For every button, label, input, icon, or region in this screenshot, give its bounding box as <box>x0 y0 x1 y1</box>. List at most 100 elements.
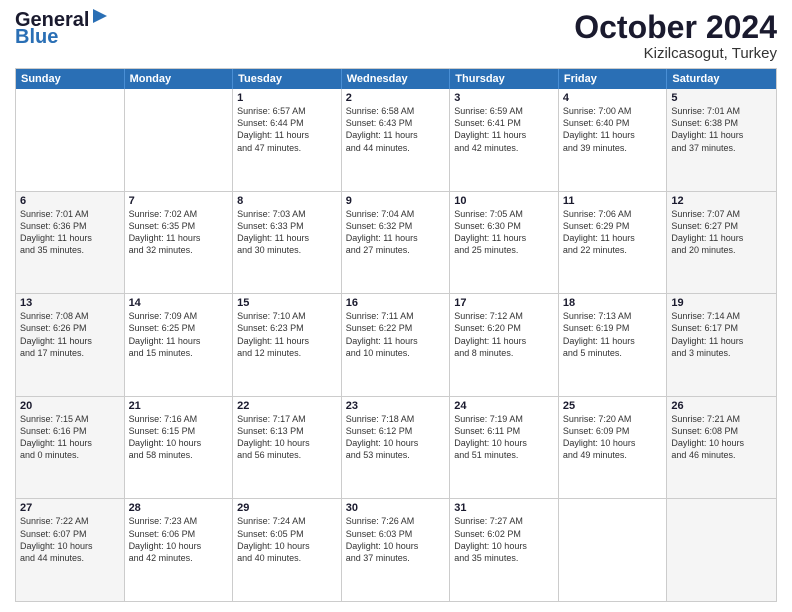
cell-info-line: Daylight: 10 hours <box>129 540 229 552</box>
cell-info-line: Sunrise: 7:18 AM <box>346 413 446 425</box>
cell-info-line: Sunrise: 7:27 AM <box>454 515 554 527</box>
cell-info-line: and 35 minutes. <box>20 244 120 256</box>
day-number: 13 <box>20 297 120 309</box>
day-number: 11 <box>563 195 663 207</box>
cell-info-line: Sunset: 6:43 PM <box>346 117 446 129</box>
calendar-cell-day-19: 19Sunrise: 7:14 AMSunset: 6:17 PMDayligh… <box>667 294 776 396</box>
cell-info-line: Sunrise: 6:57 AM <box>237 105 337 117</box>
day-number: 6 <box>20 195 120 207</box>
cell-info-line: Sunrise: 7:20 AM <box>563 413 663 425</box>
cell-info-line: Sunrise: 7:01 AM <box>20 208 120 220</box>
cell-info-line: Daylight: 11 hours <box>454 335 554 347</box>
calendar-cell-day-21: 21Sunrise: 7:16 AMSunset: 6:15 PMDayligh… <box>125 397 234 499</box>
cell-info-line: Sunset: 6:13 PM <box>237 425 337 437</box>
cell-info-line: Daylight: 11 hours <box>346 232 446 244</box>
cell-info-line: Sunset: 6:29 PM <box>563 220 663 232</box>
cell-info-line: and 20 minutes. <box>671 244 772 256</box>
calendar-cell-empty <box>667 499 776 601</box>
day-number: 5 <box>671 92 772 104</box>
day-number: 1 <box>237 92 337 104</box>
calendar-cell-day-22: 22Sunrise: 7:17 AMSunset: 6:13 PMDayligh… <box>233 397 342 499</box>
cell-info-line: Sunset: 6:32 PM <box>346 220 446 232</box>
weekday-header-monday: Monday <box>125 69 234 89</box>
cell-info-line: Sunset: 6:26 PM <box>20 322 120 334</box>
cell-info-line: and 17 minutes. <box>20 347 120 359</box>
calendar-cell-day-6: 6Sunrise: 7:01 AMSunset: 6:36 PMDaylight… <box>16 192 125 294</box>
weekday-header-saturday: Saturday <box>667 69 776 89</box>
logo: General Blue <box>15 10 109 49</box>
location: Kizilcasogut, Turkey <box>574 45 777 62</box>
cell-info-line: Sunrise: 7:03 AM <box>237 208 337 220</box>
cell-info-line: Daylight: 10 hours <box>237 437 337 449</box>
logo-blue-text: Blue <box>15 26 58 49</box>
weekday-header-friday: Friday <box>559 69 668 89</box>
month-title: October 2024 <box>574 10 777 45</box>
cell-info-line: and 0 minutes. <box>20 449 120 461</box>
cell-info-line: Daylight: 10 hours <box>20 540 120 552</box>
calendar-cell-day-25: 25Sunrise: 7:20 AMSunset: 6:09 PMDayligh… <box>559 397 668 499</box>
cell-info-line: Sunset: 6:07 PM <box>20 528 120 540</box>
day-number: 14 <box>129 297 229 309</box>
cell-info-line: Daylight: 10 hours <box>563 437 663 449</box>
day-number: 20 <box>20 400 120 412</box>
day-number: 30 <box>346 502 446 514</box>
calendar-cell-empty <box>16 89 125 191</box>
cell-info-line: Daylight: 11 hours <box>20 437 120 449</box>
cell-info-line: and 56 minutes. <box>237 449 337 461</box>
cell-info-line: Daylight: 11 hours <box>237 232 337 244</box>
calendar-cell-day-10: 10Sunrise: 7:05 AMSunset: 6:30 PMDayligh… <box>450 192 559 294</box>
cell-info-line: Sunset: 6:40 PM <box>563 117 663 129</box>
day-number: 28 <box>129 502 229 514</box>
calendar-cell-day-13: 13Sunrise: 7:08 AMSunset: 6:26 PMDayligh… <box>16 294 125 396</box>
calendar-cell-day-1: 1Sunrise: 6:57 AMSunset: 6:44 PMDaylight… <box>233 89 342 191</box>
cell-info-line: Sunrise: 7:21 AM <box>671 413 772 425</box>
cell-info-line: Daylight: 11 hours <box>671 129 772 141</box>
weekday-header-wednesday: Wednesday <box>342 69 451 89</box>
calendar-cell-day-4: 4Sunrise: 7:00 AMSunset: 6:40 PMDaylight… <box>559 89 668 191</box>
calendar-row-2: 6Sunrise: 7:01 AMSunset: 6:36 PMDaylight… <box>16 192 776 295</box>
cell-info-line: and 46 minutes. <box>671 449 772 461</box>
cell-info-line: Sunset: 6:09 PM <box>563 425 663 437</box>
calendar-row-4: 20Sunrise: 7:15 AMSunset: 6:16 PMDayligh… <box>16 397 776 500</box>
cell-info-line: and 25 minutes. <box>454 244 554 256</box>
day-number: 3 <box>454 92 554 104</box>
calendar-cell-day-15: 15Sunrise: 7:10 AMSunset: 6:23 PMDayligh… <box>233 294 342 396</box>
cell-info-line: Daylight: 10 hours <box>346 437 446 449</box>
cell-info-line: Daylight: 11 hours <box>563 129 663 141</box>
cell-info-line: and 49 minutes. <box>563 449 663 461</box>
cell-info-line: Sunrise: 7:10 AM <box>237 310 337 322</box>
cell-info-line: and 39 minutes. <box>563 142 663 154</box>
calendar-header: SundayMondayTuesdayWednesdayThursdayFrid… <box>16 69 776 89</box>
day-number: 19 <box>671 297 772 309</box>
calendar-cell-day-2: 2Sunrise: 6:58 AMSunset: 6:43 PMDaylight… <box>342 89 451 191</box>
cell-info-line: Sunrise: 6:59 AM <box>454 105 554 117</box>
cell-info-line: Sunset: 6:17 PM <box>671 322 772 334</box>
title-block: October 2024 Kizilcasogut, Turkey <box>574 10 777 62</box>
cell-info-line: Sunset: 6:23 PM <box>237 322 337 334</box>
calendar-cell-day-28: 28Sunrise: 7:23 AMSunset: 6:06 PMDayligh… <box>125 499 234 601</box>
cell-info-line: Sunset: 6:16 PM <box>20 425 120 437</box>
day-number: 31 <box>454 502 554 514</box>
calendar-cell-day-12: 12Sunrise: 7:07 AMSunset: 6:27 PMDayligh… <box>667 192 776 294</box>
cell-info-line: Sunrise: 7:00 AM <box>563 105 663 117</box>
cell-info-line: Daylight: 11 hours <box>346 335 446 347</box>
calendar-cell-day-27: 27Sunrise: 7:22 AMSunset: 6:07 PMDayligh… <box>16 499 125 601</box>
day-number: 8 <box>237 195 337 207</box>
cell-info-line: Sunrise: 7:23 AM <box>129 515 229 527</box>
weekday-header-tuesday: Tuesday <box>233 69 342 89</box>
day-number: 9 <box>346 195 446 207</box>
cell-info-line: Sunset: 6:03 PM <box>346 528 446 540</box>
cell-info-line: and 35 minutes. <box>454 552 554 564</box>
day-number: 25 <box>563 400 663 412</box>
cell-info-line: and 30 minutes. <box>237 244 337 256</box>
calendar-cell-day-20: 20Sunrise: 7:15 AMSunset: 6:16 PMDayligh… <box>16 397 125 499</box>
cell-info-line: Daylight: 10 hours <box>454 437 554 449</box>
cell-info-line: and 44 minutes. <box>20 552 120 564</box>
cell-info-line: Sunset: 6:30 PM <box>454 220 554 232</box>
calendar-cell-day-23: 23Sunrise: 7:18 AMSunset: 6:12 PMDayligh… <box>342 397 451 499</box>
cell-info-line: Daylight: 11 hours <box>20 335 120 347</box>
cell-info-line: Sunset: 6:35 PM <box>129 220 229 232</box>
cell-info-line: and 58 minutes. <box>129 449 229 461</box>
cell-info-line: and 27 minutes. <box>346 244 446 256</box>
cell-info-line: Sunset: 6:02 PM <box>454 528 554 540</box>
